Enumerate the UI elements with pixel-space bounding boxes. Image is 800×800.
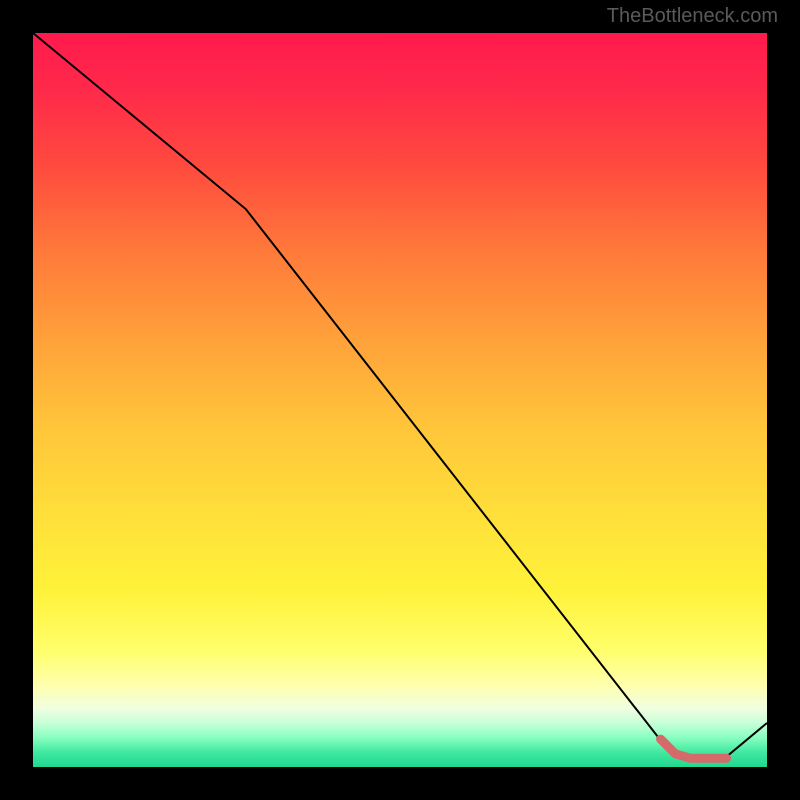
chart-plot-group (33, 33, 767, 760)
series-curve (33, 33, 767, 760)
chart-svg (33, 33, 767, 767)
watermark-text: TheBottleneck.com (607, 5, 778, 28)
series-highlight (661, 739, 727, 758)
